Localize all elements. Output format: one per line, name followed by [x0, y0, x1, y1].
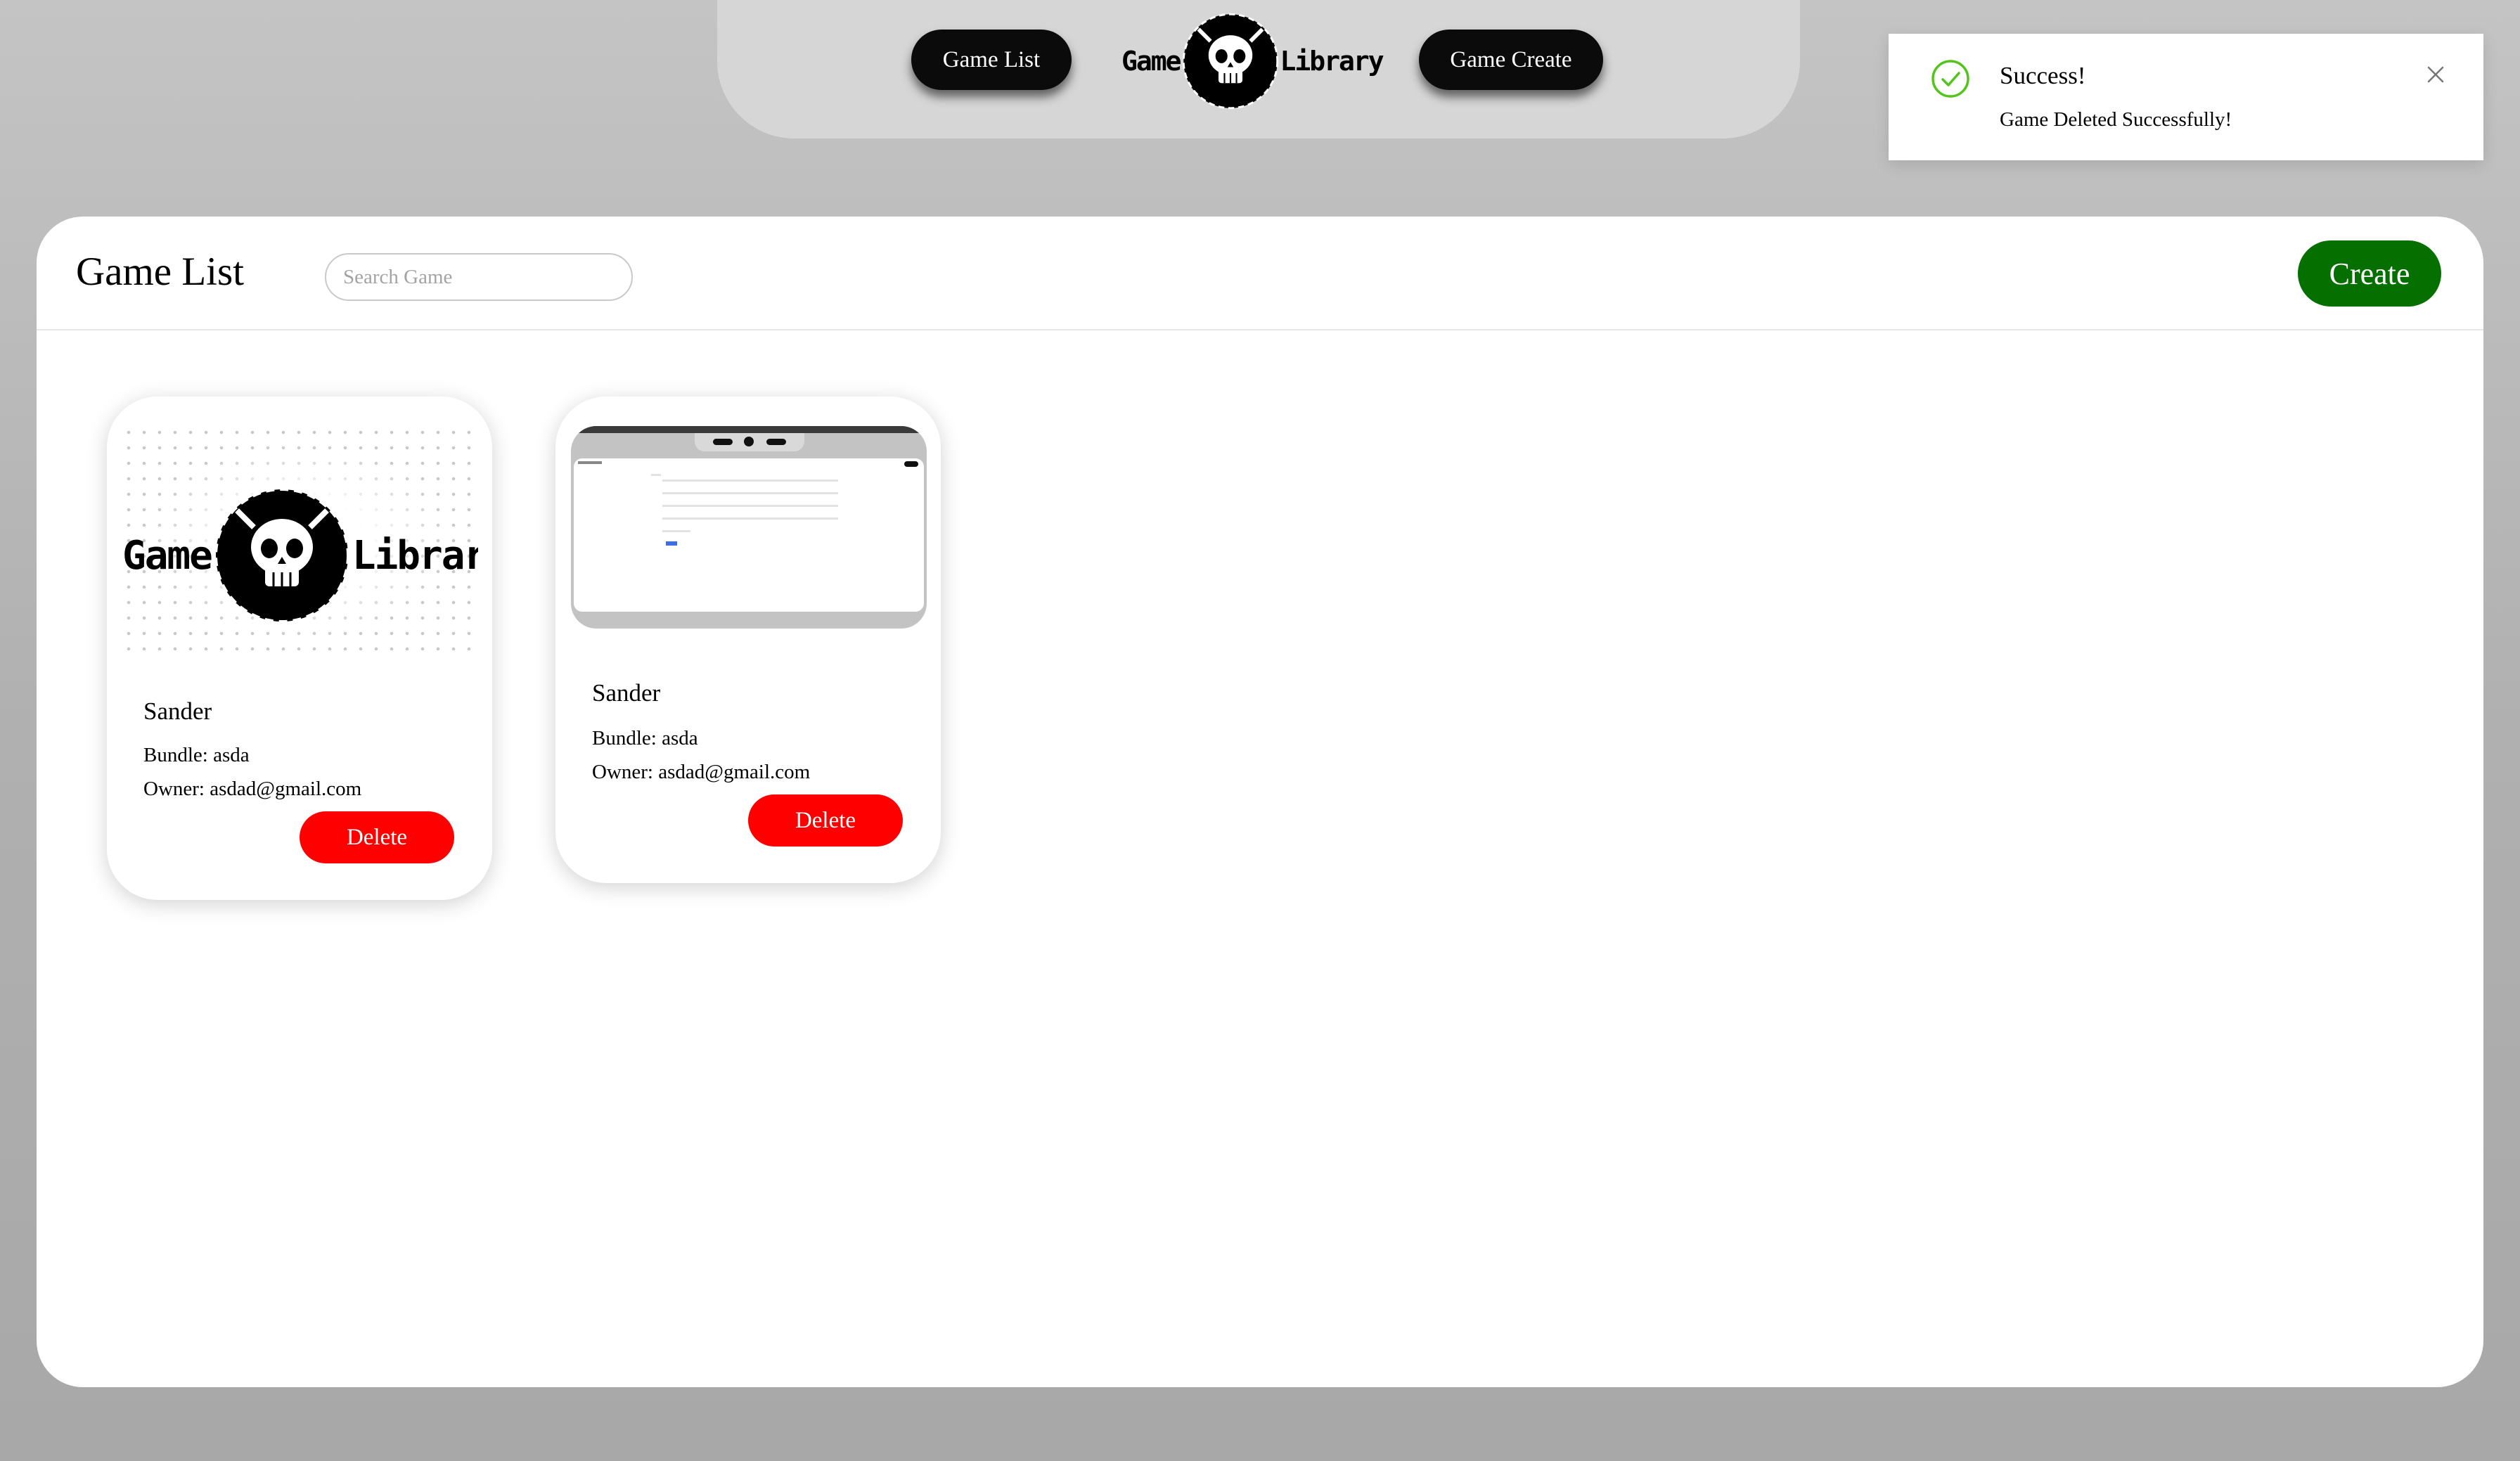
thumbnail-row — [662, 530, 690, 532]
game-bundle: Bundle: asda — [592, 727, 698, 749]
logo-word-game: Game — [122, 532, 213, 579]
thumbnail-row — [662, 517, 838, 520]
thumbnail-row — [662, 505, 838, 507]
game-card: Game Librar Sander Bundle: asda Owner: a… — [107, 397, 492, 900]
create-button[interactable]: Create — [2298, 240, 2441, 307]
toast-title: Success! — [2000, 62, 2086, 89]
logo-word-game: Game — [1121, 46, 1182, 77]
delete-button[interactable]: Delete — [300, 811, 454, 863]
skull-icon — [1181, 11, 1280, 111]
thumbnail-row — [651, 474, 661, 476]
thumbnail-row — [662, 480, 838, 482]
page-title: Game List — [76, 250, 245, 294]
thumbnail-nav-pill — [766, 439, 786, 445]
thumbnail-logo — [744, 437, 754, 446]
game-name: Sander — [143, 697, 212, 725]
game-image — [571, 426, 927, 629]
top-nav: Game List Game Library Game Create — [717, 0, 1800, 139]
thumbnail-button — [666, 541, 677, 546]
game-owner: Owner: asdad@gmail.com — [143, 778, 362, 800]
game-card: Sander Bundle: asda Owner: asdad@gmail.c… — [555, 397, 941, 883]
nav-game-create-button[interactable]: Game Create — [1419, 30, 1603, 90]
check-circle-icon — [1931, 59, 1970, 98]
game-owner: Owner: asdad@gmail.com — [592, 761, 811, 783]
thumbnail-create — [904, 461, 918, 467]
panel-header: Game List Create — [37, 217, 2483, 330]
thumbnail-row — [662, 492, 838, 494]
skull-icon — [212, 485, 352, 626]
thumbnail-title — [578, 461, 602, 464]
game-library-logo-image: Game Librar — [122, 485, 478, 626]
thumbnail-nav — [695, 433, 804, 451]
thumbnail-browser-bar — [571, 426, 927, 433]
logo-word-library: Library — [352, 532, 478, 579]
thumbnail-nav-pill — [713, 439, 733, 445]
close-icon[interactable] — [2422, 60, 2450, 89]
thumbnail-panel — [574, 458, 924, 612]
screenshot-thumbnail — [571, 426, 927, 629]
logo-word-library: Library — [1280, 46, 1384, 77]
toast-message: Game Deleted Successfully! — [2000, 108, 2232, 131]
game-bundle: Bundle: asda — [143, 744, 250, 766]
game-name: Sander — [592, 679, 661, 707]
game-library-logo[interactable]: Game Library — [1121, 11, 1384, 111]
game-list-panel: Game List Create Game — [37, 217, 2483, 1387]
search-input[interactable] — [325, 253, 633, 301]
delete-button[interactable]: Delete — [748, 794, 903, 847]
nav-game-list-button[interactable]: Game List — [911, 30, 1072, 90]
success-toast: Success! Game Deleted Successfully! — [1889, 34, 2483, 160]
game-image: Game Librar — [121, 425, 478, 657]
